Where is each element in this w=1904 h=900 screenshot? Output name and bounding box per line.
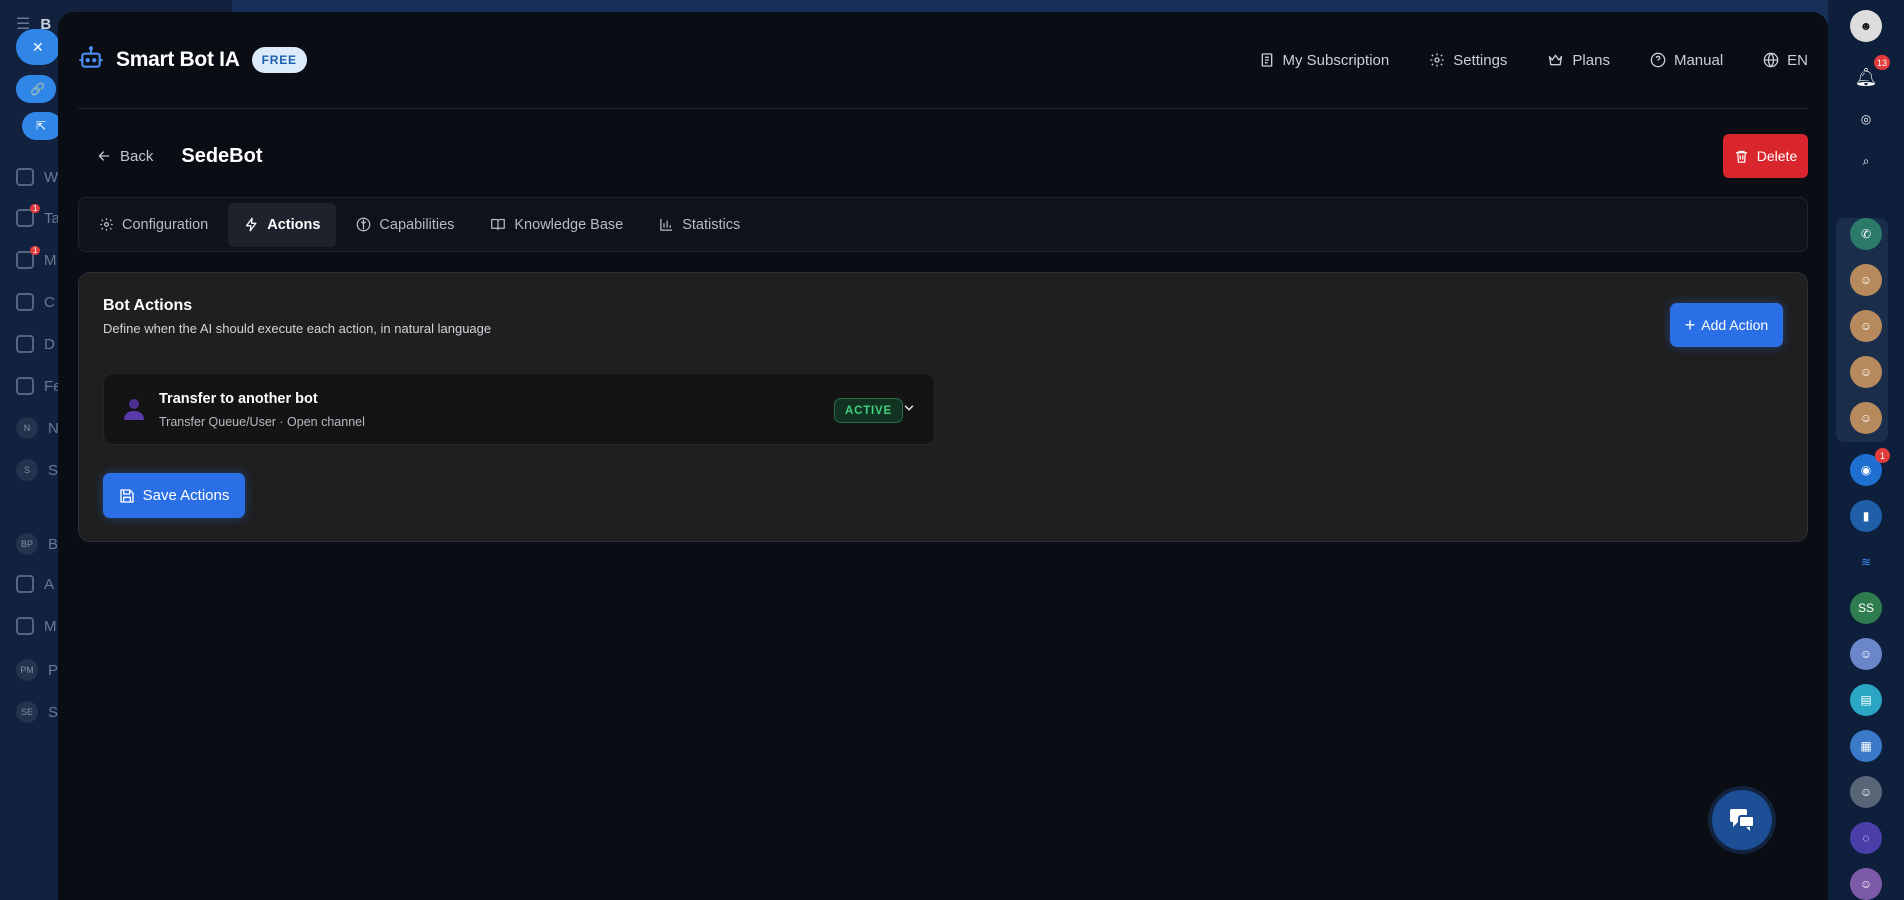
save-actions-button[interactable]: Save Actions xyxy=(103,473,245,518)
arrow-left-icon xyxy=(98,151,110,161)
brand: Smart Bot IA FREE xyxy=(78,45,307,76)
bg-item-n: NN xyxy=(16,417,59,439)
contact-avatar[interactable]: ☺ xyxy=(1850,310,1882,342)
bg-item-fe: Fe xyxy=(16,377,62,395)
contact-avatar[interactable]: ☺ xyxy=(1850,638,1882,670)
crown-icon xyxy=(1549,54,1563,66)
contact-avatar[interactable]: ☺ xyxy=(1850,402,1882,434)
tab-capabilities[interactable]: Capabilities xyxy=(340,203,470,247)
user-icon xyxy=(16,575,34,593)
header-nav: My Subscription Settings Plans Manual EN xyxy=(1259,52,1808,69)
contact-avatar[interactable]: ☺ xyxy=(1850,356,1882,388)
form-icon xyxy=(16,377,34,395)
globe-icon xyxy=(1763,52,1779,68)
close-float-button[interactable]: ✕ xyxy=(16,29,60,65)
book-open-icon xyxy=(491,218,506,231)
contact-avatar[interactable]: ☺ xyxy=(1850,776,1882,808)
smart-bot-modal: Smart Bot IA FREE My Subscription Settin… xyxy=(58,12,1828,900)
bg-item-b: BP B xyxy=(16,533,58,555)
add-action-button[interactable]: + Add Action xyxy=(1670,303,1783,347)
bar-chart-icon xyxy=(660,218,673,231)
lightning-icon xyxy=(246,217,257,232)
action-item[interactable]: Transfer to another bot Transfer Queue/U… xyxy=(103,373,935,445)
chat-bubbles-icon xyxy=(1730,809,1755,831)
modal-header: Smart Bot IA FREE My Subscription Settin… xyxy=(78,12,1808,109)
gear-icon xyxy=(1430,53,1444,67)
save-icon xyxy=(119,488,134,503)
tab-configuration[interactable]: Configuration xyxy=(83,203,224,247)
action-description: Transfer Queue/User · Open channel xyxy=(159,415,365,429)
delete-button[interactable]: Delete xyxy=(1723,134,1808,178)
plan-badge: FREE xyxy=(251,47,307,73)
bell-icon: 🔔︎ xyxy=(1854,66,1878,87)
bot-actions-panel: Bot Actions Define when the AI should ex… xyxy=(78,272,1808,542)
brand-logo-icon[interactable]: ≋ xyxy=(1850,546,1882,578)
app-title: Smart Bot IA xyxy=(116,48,240,71)
nav-settings[interactable]: Settings xyxy=(1429,52,1507,69)
status-badge: ACTIVE xyxy=(834,398,903,423)
bg-item-c: C xyxy=(16,293,55,311)
trash-icon xyxy=(1735,150,1747,163)
nav-my-subscription[interactable]: My Subscription xyxy=(1259,52,1389,69)
bot-name: SedeBot xyxy=(181,144,263,167)
gear-icon xyxy=(100,218,113,231)
id-card-icon[interactable]: ▦ xyxy=(1850,730,1882,762)
back-button[interactable]: Back xyxy=(96,148,153,165)
message-icon[interactable]: ▤ xyxy=(1850,684,1882,716)
mail-icon xyxy=(16,168,34,186)
external-float-button[interactable]: ⇱ xyxy=(22,112,62,140)
nav-language[interactable]: EN xyxy=(1763,52,1808,69)
inbox-icon xyxy=(16,335,34,353)
action-name: Transfer to another bot xyxy=(159,391,318,407)
bookmark-icon[interactable]: ▮ xyxy=(1850,500,1882,532)
panel-subtitle: Define when the AI should execute each a… xyxy=(103,321,492,336)
nav-plans[interactable]: Plans xyxy=(1547,52,1610,69)
bg-item-m2: M xyxy=(16,617,57,635)
support-chat-button[interactable] xyxy=(1712,790,1772,850)
contact-avatar[interactable]: ☺ xyxy=(1850,868,1882,900)
tab-statistics[interactable]: Statistics xyxy=(643,203,756,247)
spiral-icon[interactable]: ◌ xyxy=(1850,822,1882,854)
contact-avatar[interactable]: ☺ xyxy=(1850,264,1882,296)
bot-chat-icon[interactable]: ◉ 1 xyxy=(1850,448,1890,486)
palette-icon xyxy=(16,617,34,635)
help-circle-icon xyxy=(1650,52,1666,68)
tab-actions[interactable]: Actions xyxy=(228,202,337,247)
link-float-button[interactable]: 🔗 xyxy=(16,75,56,103)
brain-icon xyxy=(357,217,371,232)
radar-icon[interactable]: ◎ xyxy=(1850,103,1882,135)
chevron-down-icon[interactable] xyxy=(902,401,916,420)
bg-item-p: PM P xyxy=(16,659,58,681)
close-icon: ✕ xyxy=(32,38,44,55)
subheader: Back SedeBot Delete xyxy=(78,133,1808,179)
external-link-icon: ⇱ xyxy=(36,119,47,133)
bg-item-w: W xyxy=(16,168,58,186)
notifications-bell[interactable]: 🔔︎ 13 xyxy=(1850,55,1890,93)
bg-item-a: A xyxy=(16,575,54,593)
panel-title: Bot Actions xyxy=(103,297,193,314)
phone-icon[interactable]: ✆ xyxy=(1850,218,1882,250)
bg-item-d: D xyxy=(16,335,55,353)
robot-icon xyxy=(78,45,104,76)
initials-avatar[interactable]: SS xyxy=(1850,592,1882,624)
tab-bar: Configuration Actions Capabilities Knowl… xyxy=(78,197,1808,252)
plus-icon: + xyxy=(1684,315,1696,335)
person-icon xyxy=(124,398,144,425)
right-rail: ☻ 🔔︎ 13 ◎ ⌕ ✆ ☺ ☺ ☺ ☺ ◉ 1 ▮ ≋ SS ☺ ▤ ▦ ☺ … xyxy=(1828,0,1904,900)
user-avatar[interactable]: ☻ xyxy=(1850,10,1882,42)
tab-knowledge-base[interactable]: Knowledge Base xyxy=(474,203,639,247)
link-icon: 🔗 xyxy=(30,82,45,96)
calendar-icon xyxy=(16,293,34,311)
search-chat-icon[interactable]: ⌕ xyxy=(1850,145,1882,177)
nav-manual[interactable]: Manual xyxy=(1650,52,1723,69)
receipt-icon xyxy=(1261,53,1272,67)
